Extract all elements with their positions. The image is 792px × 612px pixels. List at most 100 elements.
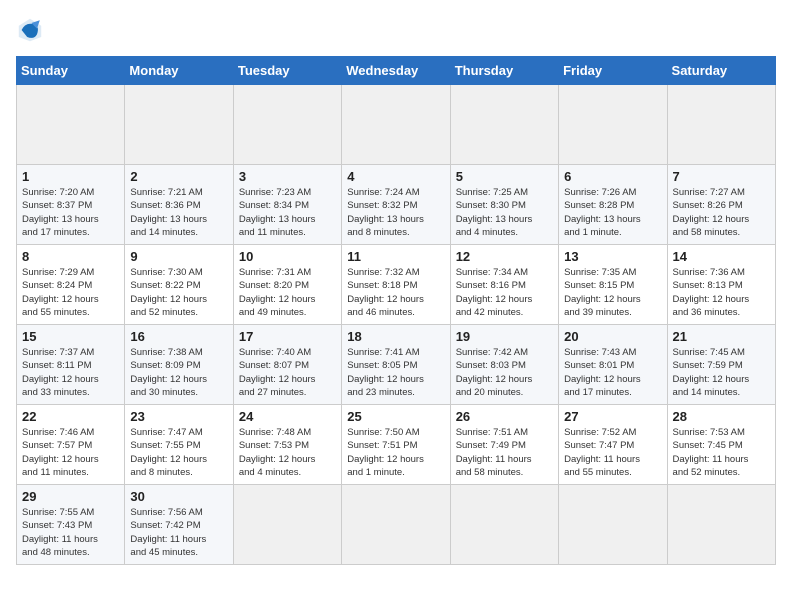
day-number: 20 bbox=[564, 329, 661, 344]
column-header-friday: Friday bbox=[559, 57, 667, 85]
day-number: 28 bbox=[673, 409, 770, 424]
day-number: 13 bbox=[564, 249, 661, 264]
column-header-tuesday: Tuesday bbox=[233, 57, 341, 85]
day-info: Sunrise: 7:53 AM Sunset: 7:45 PM Dayligh… bbox=[673, 426, 770, 479]
calendar-cell: 5 Sunrise: 7:25 AM Sunset: 8:30 PM Daylig… bbox=[450, 165, 558, 245]
day-number: 1 bbox=[22, 169, 119, 184]
day-number: 9 bbox=[130, 249, 227, 264]
calendar-cell: 4 Sunrise: 7:24 AM Sunset: 8:32 PM Daylig… bbox=[342, 165, 450, 245]
column-header-sunday: Sunday bbox=[17, 57, 125, 85]
calendar-cell: 13 Sunrise: 7:35 AM Sunset: 8:15 PM Dayli… bbox=[559, 245, 667, 325]
calendar-cell: 11Sunrise: 7:32 AM Sunset: 8:18 PM Dayli… bbox=[342, 245, 450, 325]
calendar-cell: 29Sunrise: 7:55 AM Sunset: 7:43 PM Dayli… bbox=[17, 485, 125, 565]
day-info: Sunrise: 7:40 AM Sunset: 8:07 PM Dayligh… bbox=[239, 346, 336, 399]
day-info: Sunrise: 7:23 AM Sunset: 8:34 PM Dayligh… bbox=[239, 186, 336, 239]
calendar-week-row: 15 Sunrise: 7:37 AM Sunset: 8:11 PM Dayli… bbox=[17, 325, 776, 405]
day-info: Sunrise: 7:48 AM Sunset: 7:53 PM Dayligh… bbox=[239, 426, 336, 479]
calendar-cell: 2Sunrise: 7:21 AM Sunset: 8:36 PM Daylig… bbox=[125, 165, 233, 245]
day-info: Sunrise: 7:52 AM Sunset: 7:47 PM Dayligh… bbox=[564, 426, 661, 479]
calendar-cell bbox=[667, 85, 775, 165]
day-info: Sunrise: 7:38 AM Sunset: 8:09 PM Dayligh… bbox=[130, 346, 227, 399]
calendar-cell: 28 Sunrise: 7:53 AM Sunset: 7:45 PM Dayli… bbox=[667, 405, 775, 485]
day-number: 21 bbox=[673, 329, 770, 344]
day-info: Sunrise: 7:37 AM Sunset: 8:11 PM Dayligh… bbox=[22, 346, 119, 399]
calendar-cell: 14 Sunrise: 7:36 AM Sunset: 8:13 PM Dayli… bbox=[667, 245, 775, 325]
day-number: 17 bbox=[239, 329, 336, 344]
day-info: Sunrise: 7:24 AM Sunset: 8:32 PM Dayligh… bbox=[347, 186, 444, 239]
day-number: 19 bbox=[456, 329, 553, 344]
calendar-cell: 21 Sunrise: 7:45 AM Sunset: 7:59 PM Dayli… bbox=[667, 325, 775, 405]
calendar-cell bbox=[342, 85, 450, 165]
calendar-cell bbox=[342, 485, 450, 565]
day-number: 8 bbox=[22, 249, 119, 264]
day-number: 12 bbox=[456, 249, 553, 264]
day-number: 30 bbox=[130, 489, 227, 504]
day-info: Sunrise: 7:43 AM Sunset: 8:01 PM Dayligh… bbox=[564, 346, 661, 399]
calendar-cell: 8Sunrise: 7:29 AM Sunset: 8:24 PM Daylig… bbox=[17, 245, 125, 325]
day-number: 14 bbox=[673, 249, 770, 264]
logo-icon bbox=[16, 16, 44, 44]
calendar-cell: 16 Sunrise: 7:38 AM Sunset: 8:09 PM Dayli… bbox=[125, 325, 233, 405]
day-info: Sunrise: 7:20 AM Sunset: 8:37 PM Dayligh… bbox=[22, 186, 119, 239]
calendar-cell: 23 Sunrise: 7:47 AM Sunset: 7:55 PM Dayli… bbox=[125, 405, 233, 485]
day-info: Sunrise: 7:36 AM Sunset: 8:13 PM Dayligh… bbox=[673, 266, 770, 319]
day-info: Sunrise: 7:41 AM Sunset: 8:05 PM Dayligh… bbox=[347, 346, 444, 399]
calendar-cell: 12 Sunrise: 7:34 AM Sunset: 8:16 PM Dayli… bbox=[450, 245, 558, 325]
day-info: Sunrise: 7:30 AM Sunset: 8:22 PM Dayligh… bbox=[130, 266, 227, 319]
column-header-thursday: Thursday bbox=[450, 57, 558, 85]
day-number: 16 bbox=[130, 329, 227, 344]
day-info: Sunrise: 7:32 AM Sunset: 8:18 PM Dayligh… bbox=[347, 266, 444, 319]
day-number: 3 bbox=[239, 169, 336, 184]
day-info: Sunrise: 7:31 AM Sunset: 8:20 PM Dayligh… bbox=[239, 266, 336, 319]
day-info: Sunrise: 7:34 AM Sunset: 8:16 PM Dayligh… bbox=[456, 266, 553, 319]
calendar-table: SundayMondayTuesdayWednesdayThursdayFrid… bbox=[16, 56, 776, 565]
calendar-header-row: SundayMondayTuesdayWednesdayThursdayFrid… bbox=[17, 57, 776, 85]
day-number: 24 bbox=[239, 409, 336, 424]
day-number: 4 bbox=[347, 169, 444, 184]
calendar-cell bbox=[559, 85, 667, 165]
calendar-cell: 10Sunrise: 7:31 AM Sunset: 8:20 PM Dayli… bbox=[233, 245, 341, 325]
calendar-cell: 6Sunrise: 7:26 AM Sunset: 8:28 PM Daylig… bbox=[559, 165, 667, 245]
calendar-cell: 20 Sunrise: 7:43 AM Sunset: 8:01 PM Dayli… bbox=[559, 325, 667, 405]
day-info: Sunrise: 7:51 AM Sunset: 7:49 PM Dayligh… bbox=[456, 426, 553, 479]
day-number: 22 bbox=[22, 409, 119, 424]
calendar-cell: 3 Sunrise: 7:23 AM Sunset: 8:34 PM Daylig… bbox=[233, 165, 341, 245]
column-header-saturday: Saturday bbox=[667, 57, 775, 85]
day-info: Sunrise: 7:35 AM Sunset: 8:15 PM Dayligh… bbox=[564, 266, 661, 319]
day-number: 15 bbox=[22, 329, 119, 344]
day-number: 26 bbox=[456, 409, 553, 424]
day-number: 29 bbox=[22, 489, 119, 504]
calendar-cell: 9 Sunrise: 7:30 AM Sunset: 8:22 PM Daylig… bbox=[125, 245, 233, 325]
day-number: 18 bbox=[347, 329, 444, 344]
calendar-cell bbox=[450, 485, 558, 565]
day-info: Sunrise: 7:25 AM Sunset: 8:30 PM Dayligh… bbox=[456, 186, 553, 239]
calendar-week-row: 8Sunrise: 7:29 AM Sunset: 8:24 PM Daylig… bbox=[17, 245, 776, 325]
day-number: 23 bbox=[130, 409, 227, 424]
day-number: 25 bbox=[347, 409, 444, 424]
day-info: Sunrise: 7:46 AM Sunset: 7:57 PM Dayligh… bbox=[22, 426, 119, 479]
calendar-week-row: 29Sunrise: 7:55 AM Sunset: 7:43 PM Dayli… bbox=[17, 485, 776, 565]
calendar-cell: 18 Sunrise: 7:41 AM Sunset: 8:05 PM Dayli… bbox=[342, 325, 450, 405]
day-number: 2 bbox=[130, 169, 227, 184]
day-number: 27 bbox=[564, 409, 661, 424]
calendar-cell bbox=[17, 85, 125, 165]
calendar-cell: 25 Sunrise: 7:50 AM Sunset: 7:51 PM Dayli… bbox=[342, 405, 450, 485]
calendar-cell: 17 Sunrise: 7:40 AM Sunset: 8:07 PM Dayli… bbox=[233, 325, 341, 405]
calendar-cell: 26 Sunrise: 7:51 AM Sunset: 7:49 PM Dayli… bbox=[450, 405, 558, 485]
calendar-cell: 30Sunrise: 7:56 AM Sunset: 7:42 PM Dayli… bbox=[125, 485, 233, 565]
day-info: Sunrise: 7:50 AM Sunset: 7:51 PM Dayligh… bbox=[347, 426, 444, 479]
day-info: Sunrise: 7:45 AM Sunset: 7:59 PM Dayligh… bbox=[673, 346, 770, 399]
calendar-cell: 22 Sunrise: 7:46 AM Sunset: 7:57 PM Dayli… bbox=[17, 405, 125, 485]
day-info: Sunrise: 7:47 AM Sunset: 7:55 PM Dayligh… bbox=[130, 426, 227, 479]
calendar-cell bbox=[667, 485, 775, 565]
calendar-cell bbox=[559, 485, 667, 565]
calendar-cell: 15 Sunrise: 7:37 AM Sunset: 8:11 PM Dayli… bbox=[17, 325, 125, 405]
day-number: 5 bbox=[456, 169, 553, 184]
calendar-cell bbox=[233, 85, 341, 165]
day-number: 6 bbox=[564, 169, 661, 184]
column-header-monday: Monday bbox=[125, 57, 233, 85]
calendar-week-row bbox=[17, 85, 776, 165]
calendar-cell: 1 Sunrise: 7:20 AM Sunset: 8:37 PM Daylig… bbox=[17, 165, 125, 245]
logo bbox=[16, 16, 48, 44]
calendar-week-row: 1 Sunrise: 7:20 AM Sunset: 8:37 PM Daylig… bbox=[17, 165, 776, 245]
